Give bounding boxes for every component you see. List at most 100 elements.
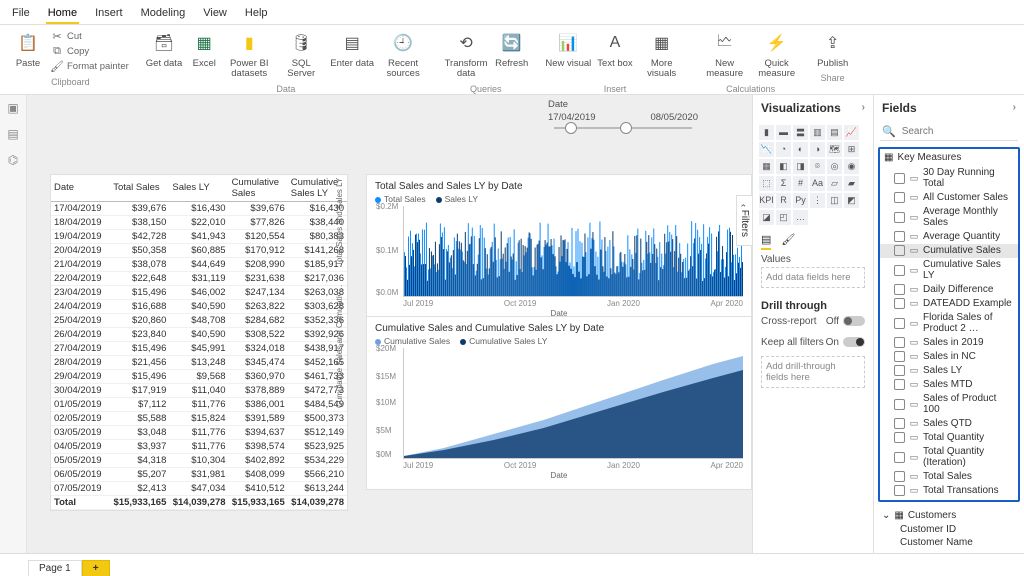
viz-type-icon[interactable]: ◰	[776, 210, 791, 225]
viz-type-icon[interactable]: ⌾	[810, 159, 825, 174]
report-view-icon[interactable]: ▣	[7, 101, 18, 115]
field-customer-id[interactable]: Customer ID	[878, 523, 1020, 536]
table-row[interactable]: 18/04/2019$38,150$22,010$77,826$38,440	[51, 215, 347, 229]
filters-collapsed[interactable]: ‹ Filters	[736, 195, 752, 246]
field-customer-name[interactable]: Customer Name	[878, 536, 1020, 549]
table-visual[interactable]: DateTotal SalesSales LYCumulative SalesC…	[51, 175, 347, 510]
slicer-track[interactable]	[554, 127, 692, 129]
publish-button[interactable]: ⇪Publish	[817, 29, 849, 69]
field-measure[interactable]: ▭Cumulative Sales	[880, 244, 1018, 258]
table-row[interactable]: 20/04/2019$50,358$60,885$170,912$141,268	[51, 243, 347, 257]
col-header[interactable]: Sales LY	[169, 175, 228, 202]
viz-type-icon[interactable]: ⊞	[844, 142, 859, 157]
viz-type-icon[interactable]: ◫	[827, 193, 842, 208]
menu-view[interactable]: View	[201, 4, 229, 24]
sql-server-button[interactable]: 🛢SQL Server	[278, 29, 324, 80]
viz-type-icon[interactable]: ⋮	[810, 193, 825, 208]
viz-type-icon[interactable]: 📉	[759, 142, 774, 157]
field-measure[interactable]: ▭Total Quantity (Iteration)	[880, 445, 1018, 470]
viz-type-icon[interactable]: ▬	[776, 125, 791, 140]
table-row[interactable]: 07/05/2019$2,413$47,034$410,512$613,244	[51, 481, 347, 495]
viz-type-icon[interactable]: 〓	[793, 125, 808, 140]
customers-table[interactable]: ⌄▦Customers	[878, 508, 1020, 523]
report-canvas[interactable]: Date 17/04/201908/05/2020 DateTotal Sale…	[27, 95, 752, 553]
field-measure[interactable]: ▭Daily Difference	[880, 283, 1018, 297]
field-measure[interactable]: ▭Sales LY	[880, 364, 1018, 378]
col-header[interactable]: Date	[51, 175, 110, 202]
viz-type-icon[interactable]: ◑	[810, 142, 825, 157]
pbi-datasets-button[interactable]: ▮Power BI datasets	[226, 29, 272, 80]
field-measure[interactable]: ▭Cumulative Sales LY	[880, 258, 1018, 283]
table-row[interactable]: 30/04/2019$17,919$11,040$378,889$472,773	[51, 383, 347, 397]
recent-sources-button[interactable]: 🕘Recent sources	[380, 29, 426, 80]
viz-type-icon[interactable]: ▦	[759, 159, 774, 174]
table-row[interactable]: 29/04/2019$15,496$9,568$360,970$461,733	[51, 369, 347, 383]
viz-type-icon[interactable]: 📈	[844, 125, 859, 140]
field-measure[interactable]: ▭Average Quantity	[880, 230, 1018, 244]
viz-type-icon[interactable]: ◐	[793, 142, 808, 157]
key-measures-group[interactable]: ▦Key Measures ▭30 Day Running Total▭All …	[878, 147, 1020, 502]
menu-insert[interactable]: Insert	[93, 4, 125, 24]
paste-button[interactable]: 📋 Paste	[12, 29, 44, 73]
field-measure[interactable]: ▭All Customer Sales	[880, 191, 1018, 205]
new-measure-button[interactable]: 🗠New measure	[702, 29, 748, 80]
more-visuals-button[interactable]: ▦More visuals	[639, 29, 685, 80]
table-row[interactable]: 23/04/2019$15,496$46,002$247,134$263,038	[51, 285, 347, 299]
search-input[interactable]	[900, 125, 1024, 138]
field-measure[interactable]: ▭Total Transations	[880, 484, 1018, 498]
viz-type-icon[interactable]: ▤	[827, 125, 842, 140]
menu-file[interactable]: File	[10, 4, 32, 24]
viz-type-icon[interactable]: ◔	[776, 142, 791, 157]
copy-button[interactable]: ⧉Copy	[50, 44, 129, 58]
add-page-button[interactable]: +	[82, 560, 110, 576]
field-measure[interactable]: ▭Total Quantity	[880, 431, 1018, 445]
menu-modeling[interactable]: Modeling	[139, 4, 188, 24]
drillthrough-well[interactable]: Add drill-through fields here	[761, 356, 865, 388]
field-measure[interactable]: ▭Florida Sales of Product 2 …	[880, 311, 1018, 336]
table-row[interactable]: 04/05/2019$3,937$11,776$398,574$523,925	[51, 439, 347, 453]
text-box-button[interactable]: AText box	[597, 29, 632, 80]
viz-type-icon[interactable]: ◨	[793, 159, 808, 174]
viz-type-icon[interactable]: ▱	[827, 176, 842, 191]
menu-help[interactable]: Help	[243, 4, 270, 24]
chart-cumulative[interactable]: Cumulative Sales and Cumulative Sales LY…	[367, 317, 751, 489]
field-measure[interactable]: ▭Total Sales	[880, 470, 1018, 484]
viz-type-icon[interactable]: ⬚	[759, 176, 774, 191]
viz-type-icon[interactable]: …	[793, 210, 808, 225]
viz-type-icon[interactable]: R	[776, 193, 791, 208]
viz-type-icon[interactable]: ▰	[844, 176, 859, 191]
viz-gallery[interactable]: ▮▬〓▥▤📈📉◔◐◑🗺⊞▦◧◨⌾◎◉⬚Σ#Aa▱▰KPIRPy⋮◫◩◪◰…	[753, 121, 873, 229]
excel-button[interactable]: ▦Excel	[188, 29, 220, 80]
format-painter-button[interactable]: 🖌Format painter	[50, 59, 129, 73]
field-measure[interactable]: ▭Sales of Product 100	[880, 392, 1018, 417]
viz-type-icon[interactable]: ◪	[759, 210, 774, 225]
table-row[interactable]: 03/05/2019$3,048$11,776$394,637$512,149	[51, 425, 347, 439]
model-view-icon[interactable]: ⌬	[8, 153, 18, 167]
fields-search[interactable]: 🔍	[880, 123, 1018, 141]
fields-tab-icon[interactable]: ▤	[761, 233, 771, 250]
viz-type-icon[interactable]: ◩	[844, 193, 859, 208]
table-row[interactable]: 21/04/2019$38,078$44,649$208,990$185,917	[51, 257, 347, 271]
viz-type-icon[interactable]: ◉	[844, 159, 859, 174]
keep-filters-toggle[interactable]	[843, 337, 865, 347]
page-tab-1[interactable]: Page 1	[28, 560, 82, 576]
chart-total-sales[interactable]: Total Sales and Sales LY by Date Total S…	[367, 175, 751, 323]
table-row[interactable]: 01/05/2019$7,112$11,776$386,001$484,549	[51, 397, 347, 411]
enter-data-button[interactable]: ▤Enter data	[330, 29, 374, 80]
slicer-handle-end[interactable]	[620, 122, 632, 134]
field-measure[interactable]: ▭Sales QTD	[880, 417, 1018, 431]
field-measure[interactable]: ▭30 Day Running Total	[880, 166, 1018, 191]
table-row[interactable]: 19/04/2019$42,728$41,943$120,554$80,383	[51, 229, 347, 243]
values-well[interactable]: Add data fields here	[761, 267, 865, 288]
col-header[interactable]: Total Sales	[110, 175, 169, 202]
viz-type-icon[interactable]: ▮	[759, 125, 774, 140]
table-row[interactable]: 22/04/2019$22,648$31,119$231,638$217,036	[51, 271, 347, 285]
get-data-button[interactable]: 🗃Get data	[146, 29, 182, 80]
table-row[interactable]: 06/05/2019$5,207$31,981$408,099$566,210	[51, 467, 347, 481]
table-row[interactable]: 26/04/2019$23,840$40,590$308,522$392,926	[51, 327, 347, 341]
table-row[interactable]: 17/04/2019$39,676$16,430$39,676$16,430	[51, 201, 347, 215]
field-measure[interactable]: ▭DATEADD Example	[880, 297, 1018, 311]
menu-home[interactable]: Home	[46, 4, 79, 24]
viz-type-icon[interactable]: 🗺	[827, 142, 842, 157]
viz-type-icon[interactable]: Py	[793, 193, 808, 208]
